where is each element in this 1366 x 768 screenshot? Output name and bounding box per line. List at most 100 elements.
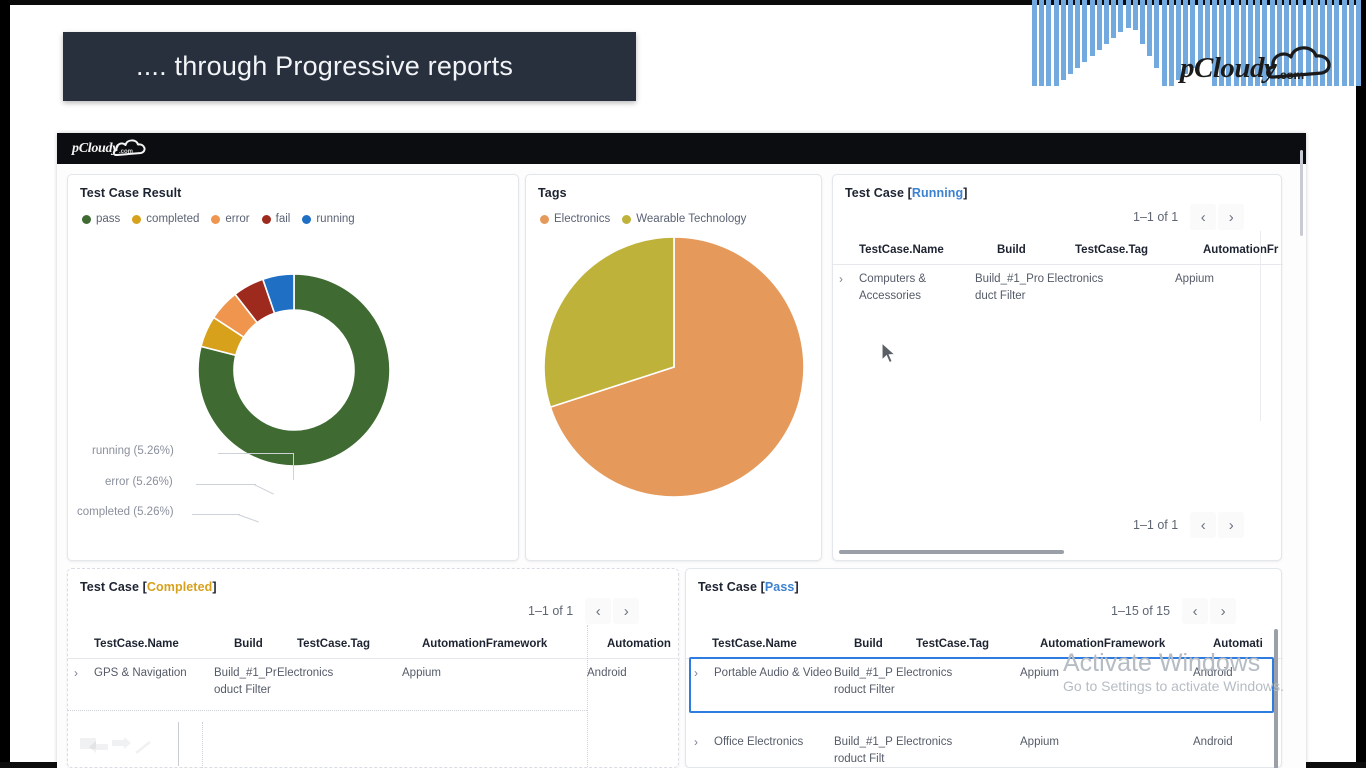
panel-test-case-running: Test Case [Running] 1–1 of 1 ‹ › TestCas… xyxy=(832,174,1282,561)
barcode-bar xyxy=(1356,0,1361,86)
leader-line xyxy=(196,484,256,485)
next-page-button[interactable]: › xyxy=(613,598,639,624)
legend-item-running[interactable]: running xyxy=(302,213,354,225)
legend-item-electronics[interactable]: Electronics xyxy=(540,213,610,225)
table-row[interactable]: › GPS & Navigation Build_#1_Product Filt… xyxy=(68,665,680,698)
barcode-bar xyxy=(1104,0,1109,44)
presentation-menu-icon[interactable] xyxy=(78,735,98,756)
column-header-testcase-name[interactable]: TestCase.Name xyxy=(859,244,997,256)
prev-page-button[interactable]: ‹ xyxy=(1182,598,1208,624)
title-suffix: ] xyxy=(963,186,967,200)
legend-label: Electronics xyxy=(554,213,610,225)
column-header-build[interactable]: Build xyxy=(234,638,297,650)
legend-item-error[interactable]: error xyxy=(211,213,249,225)
legend-dot-icon xyxy=(622,215,631,224)
legend-item-wearable-technology[interactable]: Wearable Technology xyxy=(622,213,746,225)
column-header-testcase-name[interactable]: TestCase.Name xyxy=(94,638,234,650)
column-header-testcase-tag[interactable]: TestCase.Tag xyxy=(1075,244,1203,256)
app-logo[interactable]: pCloudy .com xyxy=(72,138,182,160)
prev-page-button[interactable]: ‹ xyxy=(1190,204,1216,230)
donut-callout-error: error (5.26%) xyxy=(105,476,173,488)
column-header-automation-platform[interactable]: Automation xyxy=(607,638,677,650)
barcode-bar xyxy=(1046,0,1051,86)
title-prefix: Test Case [ xyxy=(698,580,765,594)
legend-label: fail xyxy=(276,213,291,225)
legend-dot-icon xyxy=(82,215,91,224)
cell-build: Build_#1_Product Filter xyxy=(975,271,1047,304)
app-logo-name: pCloudy xyxy=(72,141,118,157)
vertical-scrollbar[interactable] xyxy=(1274,629,1278,768)
prev-page-button[interactable]: ‹ xyxy=(1190,512,1216,538)
donut-callout-completed: completed (5.26%) xyxy=(77,506,174,518)
cell-testcase-name: Computers & Accessories xyxy=(859,271,975,304)
column-divider xyxy=(587,625,588,768)
page-vertical-scrollbar[interactable] xyxy=(1300,150,1303,236)
table-row[interactable]: › Computers & Accessories Build_#1_Produ… xyxy=(833,271,1283,304)
next-page-button[interactable]: › xyxy=(1210,598,1236,624)
column-header-build[interactable]: Build xyxy=(854,638,916,650)
toolbar-divider xyxy=(202,722,203,768)
barcode-bar xyxy=(1147,0,1152,56)
pager-range-label: 1–1 of 1 xyxy=(1133,518,1178,532)
cell-automation-framework: Appium xyxy=(1175,271,1255,288)
barcode-bar xyxy=(1061,0,1066,80)
barcode-bar xyxy=(1068,0,1073,74)
column-header-automation-framework[interactable]: AutomationFramework xyxy=(1040,638,1213,650)
app-topbar: pCloudy .com xyxy=(57,133,1306,164)
column-header-testcase-tag[interactable]: TestCase.Tag xyxy=(297,638,422,650)
next-page-button[interactable]: › xyxy=(1218,512,1244,538)
table-row[interactable]: › Office Electronics Build_#1_Product Fi… xyxy=(686,734,1283,767)
legend-dot-icon xyxy=(540,215,549,224)
nav-forward-icon[interactable] xyxy=(110,735,132,756)
cell-build: Build_#1_Product Filter xyxy=(834,665,896,698)
page-title: .... through Progressive reports xyxy=(63,51,513,82)
expand-row-icon[interactable]: › xyxy=(839,271,855,287)
column-header-build[interactable]: Build xyxy=(997,244,1075,256)
legend-item-completed[interactable]: completed xyxy=(132,213,199,225)
title-prefix: Test Case [ xyxy=(845,186,912,200)
barcode-bar xyxy=(1111,0,1116,38)
status-badge: Running xyxy=(912,186,963,200)
prev-page-button[interactable]: ‹ xyxy=(585,598,611,624)
legend-item-pass[interactable]: pass xyxy=(82,213,120,225)
panel-title-pass: Test Case [Pass] xyxy=(698,580,799,594)
brand-suffix: .com xyxy=(1277,68,1304,82)
legend-label: error xyxy=(225,213,249,225)
table-row[interactable]: › Portable Audio & Video Build_#1_Produc… xyxy=(686,665,1283,698)
nav-pen-icon[interactable] xyxy=(134,741,154,760)
horizontal-scrollbar[interactable] xyxy=(839,550,1064,554)
legend-item-fail[interactable]: fail xyxy=(262,213,291,225)
expand-row-icon[interactable]: › xyxy=(74,665,90,681)
column-divider xyxy=(1260,231,1261,421)
barcode-bar xyxy=(1154,0,1159,68)
column-header-automation-framework[interactable]: AutomationFr xyxy=(1203,244,1283,256)
pager-running-top: 1–1 of 1 ‹ › xyxy=(1133,204,1244,230)
cell-testcase-tag: Electronics xyxy=(277,665,402,682)
row-divider xyxy=(68,710,587,711)
pager-range-label: 1–1 of 1 xyxy=(1133,210,1178,224)
panel-title-test-case-result: Test Case Result xyxy=(80,186,181,200)
legend-label: completed xyxy=(146,213,199,225)
expand-row-icon[interactable]: › xyxy=(694,734,710,750)
expand-row-icon[interactable]: › xyxy=(694,665,710,681)
cell-testcase-tag: Electronics xyxy=(1047,271,1175,288)
leader-line xyxy=(218,453,294,454)
pcloudy-dashboard-window: pCloudy .com Test Case Result pass compl… xyxy=(57,133,1306,768)
column-header-testcase-name[interactable]: TestCase.Name xyxy=(712,638,854,650)
next-page-button[interactable]: › xyxy=(1218,204,1244,230)
cell-build: Build_#1_Product Filter xyxy=(214,665,277,698)
barcode-bar xyxy=(1133,0,1138,30)
pager-range-label: 1–15 of 15 xyxy=(1111,604,1170,618)
column-header-automation-platform[interactable]: Automati xyxy=(1213,638,1283,650)
barcode-bar xyxy=(1075,0,1080,68)
column-header-automation-framework[interactable]: AutomationFramework xyxy=(422,638,607,650)
column-header-testcase-tag[interactable]: TestCase.Tag xyxy=(916,638,1040,650)
cell-automation-platform: Android xyxy=(587,665,657,682)
table-header-running: TestCase.Name Build TestCase.Tag Automat… xyxy=(833,235,1283,265)
frame-left-edge xyxy=(0,0,10,768)
barcode-bar xyxy=(1349,0,1354,86)
barcode-bar xyxy=(1162,0,1167,86)
barcode-bar xyxy=(1118,0,1123,32)
legend-label: pass xyxy=(96,213,120,225)
barcode-bar xyxy=(1169,0,1174,86)
